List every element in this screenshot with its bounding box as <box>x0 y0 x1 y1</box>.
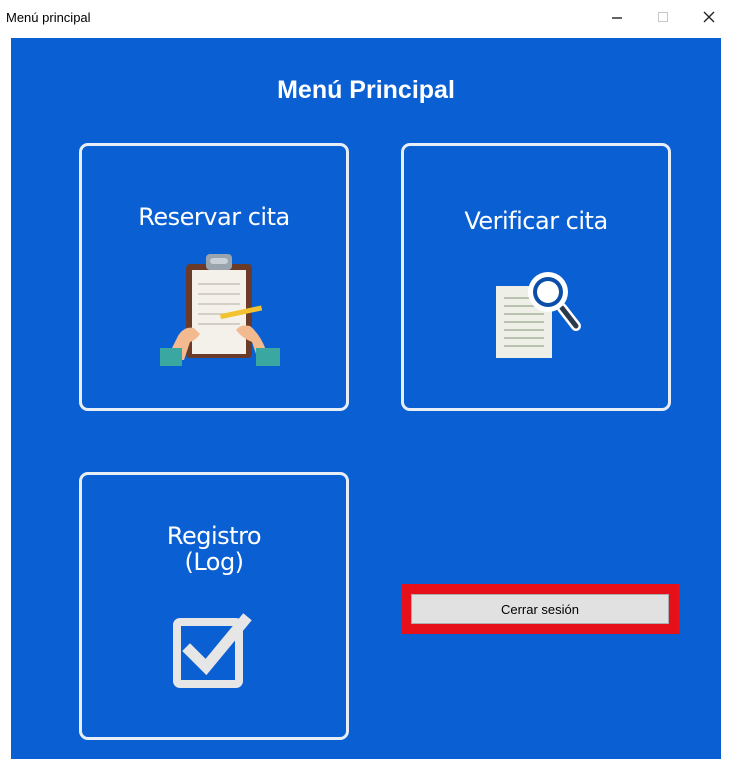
maximize-button[interactable] <box>640 0 686 34</box>
title-bar: Menú principal <box>0 0 732 38</box>
logout-button[interactable]: Cerrar sesión <box>411 594 669 624</box>
page-title: Menú Principal <box>277 76 455 104</box>
checkbox-icon <box>173 613 252 688</box>
clipboard-icon <box>160 254 280 366</box>
minimize-button[interactable] <box>594 0 640 34</box>
reservar-cita-tile[interactable]: Reservar cita <box>79 143 349 411</box>
registro-log-tile[interactable]: Registro (Log) <box>79 472 349 740</box>
close-button[interactable] <box>686 0 732 34</box>
verificar-cita-tile[interactable]: Verificar cita <box>401 143 671 411</box>
verificar-cita-label: Verificar cita <box>464 207 608 235</box>
document-search-icon <box>496 272 581 358</box>
logout-highlight: Cerrar sesión <box>401 584 679 634</box>
minimize-icon <box>612 17 622 19</box>
main-window-content: Menú Principal Reservar cita Verificar c… <box>11 38 721 759</box>
close-icon <box>703 11 715 23</box>
registro-log-label: Registro (Log) <box>166 522 262 576</box>
reservar-cita-label: Reservar cita <box>138 203 290 231</box>
window-title: Menú principal <box>6 10 91 25</box>
maximize-icon <box>658 12 668 22</box>
